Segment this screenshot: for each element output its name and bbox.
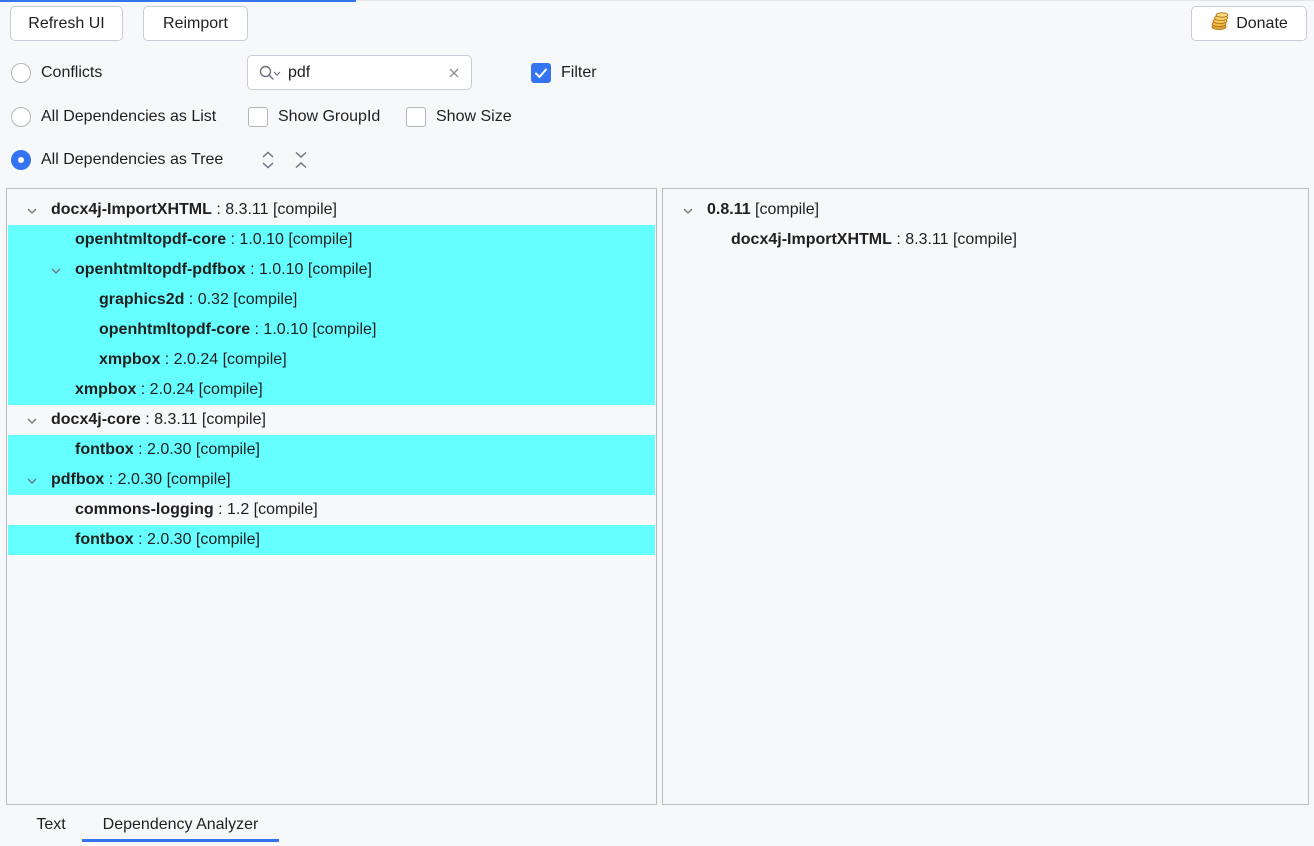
tree-node[interactable]: xmpbox : 2.0.24 [compile]	[8, 345, 655, 375]
reimport-button[interactable]: Reimport	[143, 6, 248, 41]
artifact-name: pdfbox	[51, 471, 105, 488]
show-groupid-label: Show GroupId	[278, 108, 381, 125]
search-icon	[259, 65, 281, 86]
list-mode-label: All Dependencies as List	[41, 108, 217, 125]
bottom-tab-bar: Text Dependency Analyzer	[0, 808, 1314, 846]
search-field[interactable]: pdf	[247, 55, 472, 90]
coin-stack-icon	[1210, 12, 1230, 35]
artifact-name: 0.8.11	[707, 201, 751, 218]
top-divider	[356, 0, 1314, 1]
tree-node-text: fontbox : 2.0.30 [compile]	[75, 439, 260, 461]
tree-node-text: graphics2d : 0.32 [compile]	[99, 289, 297, 311]
tree-node[interactable]: docx4j-ImportXHTML : 8.3.11 [compile]	[664, 225, 1307, 255]
tree-node-text: openhtmltopdf-core : 1.0.10 [compile]	[99, 319, 376, 341]
tree-node[interactable]: fontbox : 2.0.30 [compile]	[8, 435, 655, 465]
refresh-ui-button[interactable]: Refresh UI	[10, 6, 123, 41]
artifact-name: commons-logging	[75, 501, 214, 518]
refresh-ui-label: Refresh UI	[28, 14, 105, 32]
clear-search-icon[interactable]	[448, 66, 460, 84]
artifact-version-scope: : 8.3.11 [compile]	[891, 231, 1017, 248]
search-input[interactable]: pdf	[288, 62, 310, 84]
show-size-label: Show Size	[436, 108, 512, 125]
artifact-version-scope: [compile]	[750, 201, 820, 218]
tree-node[interactable]: pdfbox : 2.0.30 [compile]	[8, 465, 655, 495]
artifact-name: openhtmltopdf-core	[75, 231, 227, 248]
tree-node[interactable]: commons-logging : 1.2 [compile]	[8, 495, 655, 525]
artifact-name: openhtmltopdf-core	[99, 321, 251, 338]
artifact-version-scope: : 2.0.30 [compile]	[133, 531, 260, 548]
chevron-down-icon[interactable]	[26, 414, 38, 426]
tree-node[interactable]: xmpbox : 2.0.24 [compile]	[8, 375, 655, 405]
tree-node-text: fontbox : 2.0.30 [compile]	[75, 529, 260, 551]
chevron-down-icon[interactable]	[682, 204, 694, 216]
tree-node-text: 0.8.11 [compile]	[707, 199, 819, 221]
artifact-name: docx4j-core	[51, 411, 141, 428]
dependency-analyzer-window: Refresh UI Reimport Donate Conflicts All…	[0, 0, 1314, 846]
tree-node[interactable]: graphics2d : 0.32 [compile]	[8, 285, 655, 315]
artifact-version-scope: : 1.0.10 [compile]	[245, 261, 372, 278]
artifact-version-scope: : 8.3.11 [compile]	[140, 411, 266, 428]
chevron-down-icon[interactable]	[50, 264, 62, 276]
artifact-name: fontbox	[75, 441, 134, 458]
tab-text[interactable]: Text	[20, 813, 82, 837]
artifact-name: docx4j-ImportXHTML	[51, 201, 212, 218]
tree-node[interactable]: openhtmltopdf-core : 1.0.10 [compile]	[8, 225, 655, 255]
artifact-version-scope: : 1.0.10 [compile]	[226, 231, 353, 248]
artifact-name: xmpbox	[99, 351, 161, 368]
artifact-version-scope: : 1.0.10 [compile]	[250, 321, 377, 338]
artifact-name: fontbox	[75, 531, 134, 548]
chevron-down-icon[interactable]	[26, 474, 38, 486]
artifact-name: openhtmltopdf-pdfbox	[75, 261, 246, 278]
active-tab-underline	[82, 839, 279, 842]
tree-node[interactable]: openhtmltopdf-core : 1.0.10 [compile]	[8, 315, 655, 345]
top-active-indicator	[0, 0, 356, 2]
artifact-name: graphics2d	[99, 291, 185, 308]
filter-label: Filter	[561, 64, 597, 81]
filter-checkbox[interactable]	[531, 63, 551, 83]
tree-mode-label: All Dependencies as Tree	[41, 151, 224, 168]
tree-node[interactable]: docx4j-ImportXHTML : 8.3.11 [compile]	[8, 195, 655, 225]
artifact-version-scope: : 2.0.30 [compile]	[104, 471, 231, 488]
tree-node-text: openhtmltopdf-pdfbox : 1.0.10 [compile]	[75, 259, 372, 281]
tree-node-text: docx4j-ImportXHTML : 8.3.11 [compile]	[731, 229, 1017, 251]
artifact-version-scope: : 2.0.24 [compile]	[160, 351, 287, 368]
list-mode-radio[interactable]	[11, 107, 31, 127]
donate-button[interactable]: Donate	[1191, 6, 1307, 41]
artifact-version-scope: : 2.0.24 [compile]	[136, 381, 263, 398]
tree-node-text: docx4j-core : 8.3.11 [compile]	[51, 409, 266, 431]
conflicts-radio[interactable]	[11, 63, 31, 83]
tab-dependency-analyzer[interactable]: Dependency Analyzer	[82, 813, 279, 837]
show-size-checkbox[interactable]	[406, 107, 426, 127]
tree-mode-radio[interactable]	[11, 150, 31, 170]
tree-node-text: xmpbox : 2.0.24 [compile]	[99, 349, 287, 371]
dependency-tree-panel[interactable]: docx4j-ImportXHTML : 8.3.11 [compile] ope…	[6, 188, 657, 805]
tree-node[interactable]: docx4j-core : 8.3.11 [compile]	[8, 405, 655, 435]
tree-node[interactable]: 0.8.11 [compile]	[664, 195, 1307, 225]
artifact-version-scope: : 0.32 [compile]	[184, 291, 298, 308]
tree-node[interactable]: fontbox : 2.0.30 [compile]	[8, 525, 655, 555]
artifact-name: docx4j-ImportXHTML	[731, 231, 892, 248]
show-groupid-checkbox[interactable]	[248, 107, 268, 127]
tree-node-text: xmpbox : 2.0.24 [compile]	[75, 379, 263, 401]
tree-node-text: openhtmltopdf-core : 1.0.10 [compile]	[75, 229, 352, 251]
artifact-version-scope: : 8.3.11 [compile]	[211, 201, 337, 218]
tree-node-text: pdfbox : 2.0.30 [compile]	[51, 469, 231, 491]
reimport-label: Reimport	[163, 14, 228, 32]
conflicts-label: Conflicts	[41, 64, 103, 81]
artifact-version-scope: : 2.0.30 [compile]	[133, 441, 260, 458]
artifact-version-scope: : 1.2 [compile]	[213, 501, 318, 518]
donate-label: Donate	[1236, 14, 1288, 32]
tree-node[interactable]: openhtmltopdf-pdfbox : 1.0.10 [compile]	[8, 255, 655, 285]
chevron-down-icon[interactable]	[26, 204, 38, 216]
tree-node-text: commons-logging : 1.2 [compile]	[75, 499, 318, 521]
tree-node-text: docx4j-ImportXHTML : 8.3.11 [compile]	[51, 199, 337, 221]
artifact-name: xmpbox	[75, 381, 137, 398]
expand-all-icon[interactable]	[260, 151, 276, 174]
reverse-dependency-panel[interactable]: 0.8.11 [compile] docx4j-ImportXHTML : 8.3…	[662, 188, 1309, 805]
collapse-all-icon[interactable]	[293, 151, 309, 174]
